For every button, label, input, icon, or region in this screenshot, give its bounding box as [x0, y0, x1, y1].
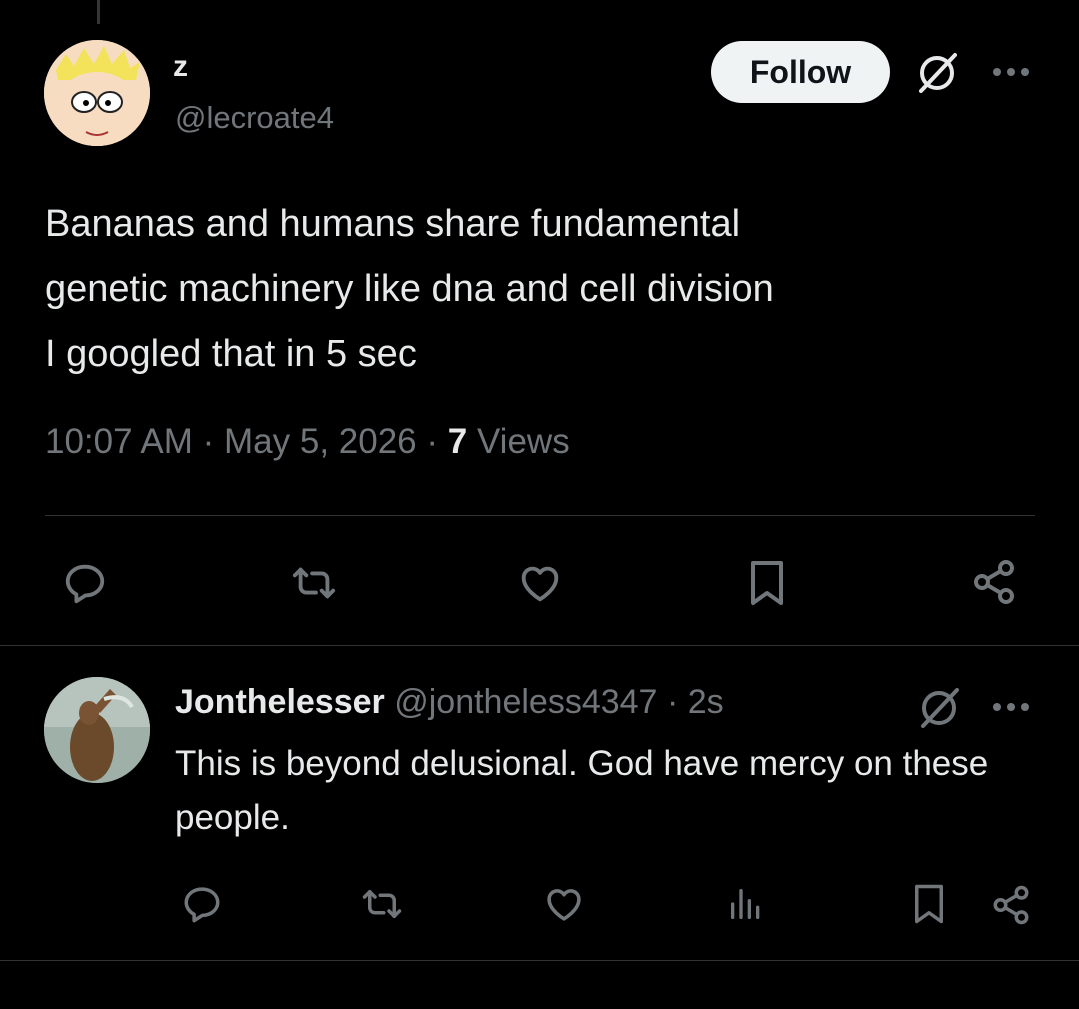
follow-button[interactable]: Follow [711, 41, 890, 103]
like-icon[interactable] [512, 556, 568, 610]
divider [45, 515, 1035, 516]
thread-line [97, 0, 100, 24]
avatar-image [44, 677, 150, 783]
more-icon[interactable] [986, 690, 1036, 724]
reply-author-handle[interactable]: @jontheless4347 [394, 683, 657, 721]
post-text: Bananas and humans share fundamental gen… [45, 203, 774, 375]
avatar-image [44, 40, 150, 146]
meta-separator: · [202, 422, 215, 461]
bookmark-icon[interactable] [741, 556, 793, 610]
post-meta: 10:07 AM · May 5, 2026 · 7 Views [45, 422, 570, 462]
reply-icon[interactable] [58, 556, 112, 610]
views-label: Views [476, 422, 570, 461]
reply-time[interactable]: 2s [688, 683, 724, 721]
grok-icon[interactable] [914, 683, 964, 733]
divider [0, 960, 1079, 961]
grok-icon[interactable] [912, 48, 962, 98]
reply-author-name[interactable]: Jonthelesser [175, 683, 385, 721]
post-time[interactable]: 10:07 AM [45, 422, 193, 461]
views-count: 7 [447, 422, 468, 461]
reply-text: This is beyond delusional. God have merc… [175, 744, 989, 837]
like-icon[interactable] [539, 880, 589, 928]
meta-separator: · [426, 422, 439, 461]
more-icon[interactable] [986, 55, 1036, 89]
post-date[interactable]: May 5, 2026 [224, 422, 417, 461]
author-avatar[interactable] [44, 40, 150, 146]
reply-avatar[interactable] [44, 677, 150, 783]
share-icon[interactable] [966, 554, 1022, 610]
reply-header: Jonthelesser @jontheless4347 · 2s [175, 683, 724, 722]
repost-icon[interactable] [284, 556, 344, 610]
divider [0, 645, 1079, 646]
bookmark-icon[interactable] [906, 880, 952, 928]
reply-icon[interactable] [178, 880, 226, 928]
repost-icon[interactable] [356, 880, 408, 928]
author-name[interactable]: z [173, 50, 188, 84]
author-handle[interactable]: @lecroate4 [175, 100, 334, 136]
meta-separator: · [666, 683, 679, 721]
share-icon[interactable] [986, 880, 1036, 930]
views-icon[interactable] [722, 880, 770, 928]
